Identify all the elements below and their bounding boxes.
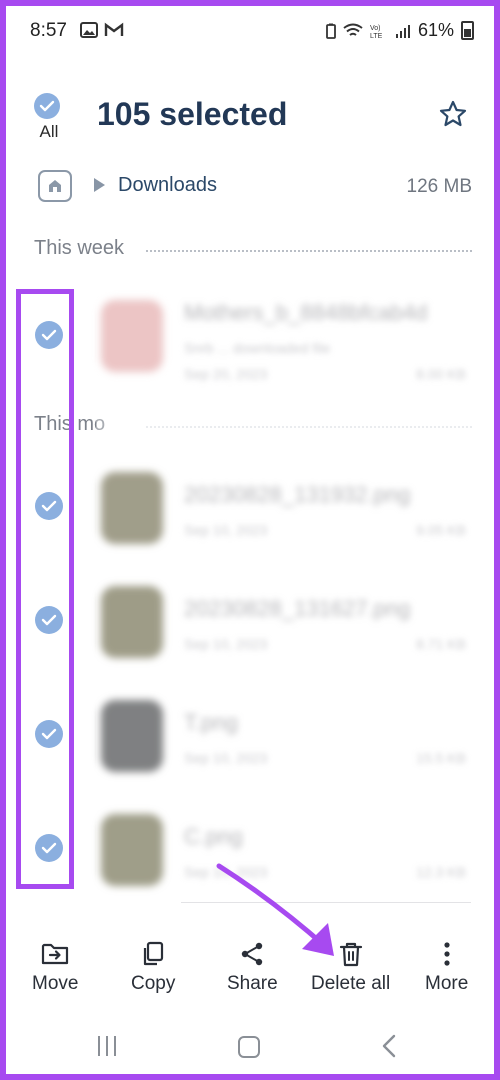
star-icon — [439, 100, 467, 127]
path-chevron-icon — [94, 178, 105, 192]
trash-icon — [339, 942, 362, 967]
delete-all-label: Delete all — [311, 973, 391, 994]
section-header-this-week: This week — [34, 237, 125, 259]
gmail-icon — [104, 22, 124, 36]
breadcrumb-downloads[interactable]: Downloads — [118, 174, 217, 197]
status-bar: 8:57 Vo) LTE 61% — [6, 6, 494, 56]
select-all-checkbox[interactable] — [34, 93, 60, 119]
folder-size: 126 MB — [406, 176, 472, 197]
more-vertical-icon — [444, 942, 450, 966]
wifi-icon — [343, 23, 363, 36]
battery-icon — [461, 21, 474, 40]
page-title: 105 selected — [97, 96, 288, 132]
share-label: Share — [227, 973, 278, 994]
recents-button[interactable] — [98, 1036, 116, 1056]
image-icon — [80, 22, 98, 38]
section-divider — [146, 250, 472, 252]
bottom-toolbar: Move Copy Share Delete all More — [6, 941, 494, 1011]
move-button[interactable]: Move — [32, 941, 78, 995]
blur-overlay — [96, 286, 474, 906]
favorite-button[interactable] — [438, 99, 468, 134]
select-all-label: All — [39, 122, 59, 141]
checkmark-icon — [39, 100, 55, 112]
status-time: 8:57 — [30, 20, 67, 41]
svg-text:Vo): Vo) — [370, 25, 381, 32]
svg-text:LTE: LTE — [370, 33, 383, 39]
signal-icon — [395, 24, 410, 38]
delete-all-button[interactable]: Delete all — [311, 941, 390, 995]
battery-saver-icon — [326, 23, 336, 39]
system-icons: Vo) LTE 61% — [326, 20, 474, 41]
copy-icon — [144, 941, 164, 966]
home-button[interactable] — [38, 170, 72, 202]
home-nav-button[interactable] — [238, 1036, 260, 1058]
copy-button[interactable]: Copy — [131, 941, 175, 995]
more-button[interactable]: More — [425, 941, 468, 995]
battery-percent: 61% — [417, 20, 454, 40]
move-icon — [42, 943, 69, 965]
back-icon[interactable] — [382, 1034, 396, 1058]
more-label: More — [425, 973, 469, 994]
select-all[interactable]: All — [34, 93, 64, 142]
move-label: Move — [32, 973, 79, 994]
phone-screen: 8:57 Vo) LTE 61% All 105 selected Downloa… — [6, 6, 494, 1074]
volte-icon: Vo)LTE — [370, 25, 383, 39]
notification-icons — [80, 22, 124, 38]
checkbox-highlight-box — [16, 289, 74, 889]
home-icon — [49, 180, 61, 192]
copy-label: Copy — [131, 973, 176, 994]
share-button[interactable]: Share — [227, 941, 278, 995]
share-icon — [242, 942, 263, 966]
system-nav-bar — [6, 1026, 494, 1074]
